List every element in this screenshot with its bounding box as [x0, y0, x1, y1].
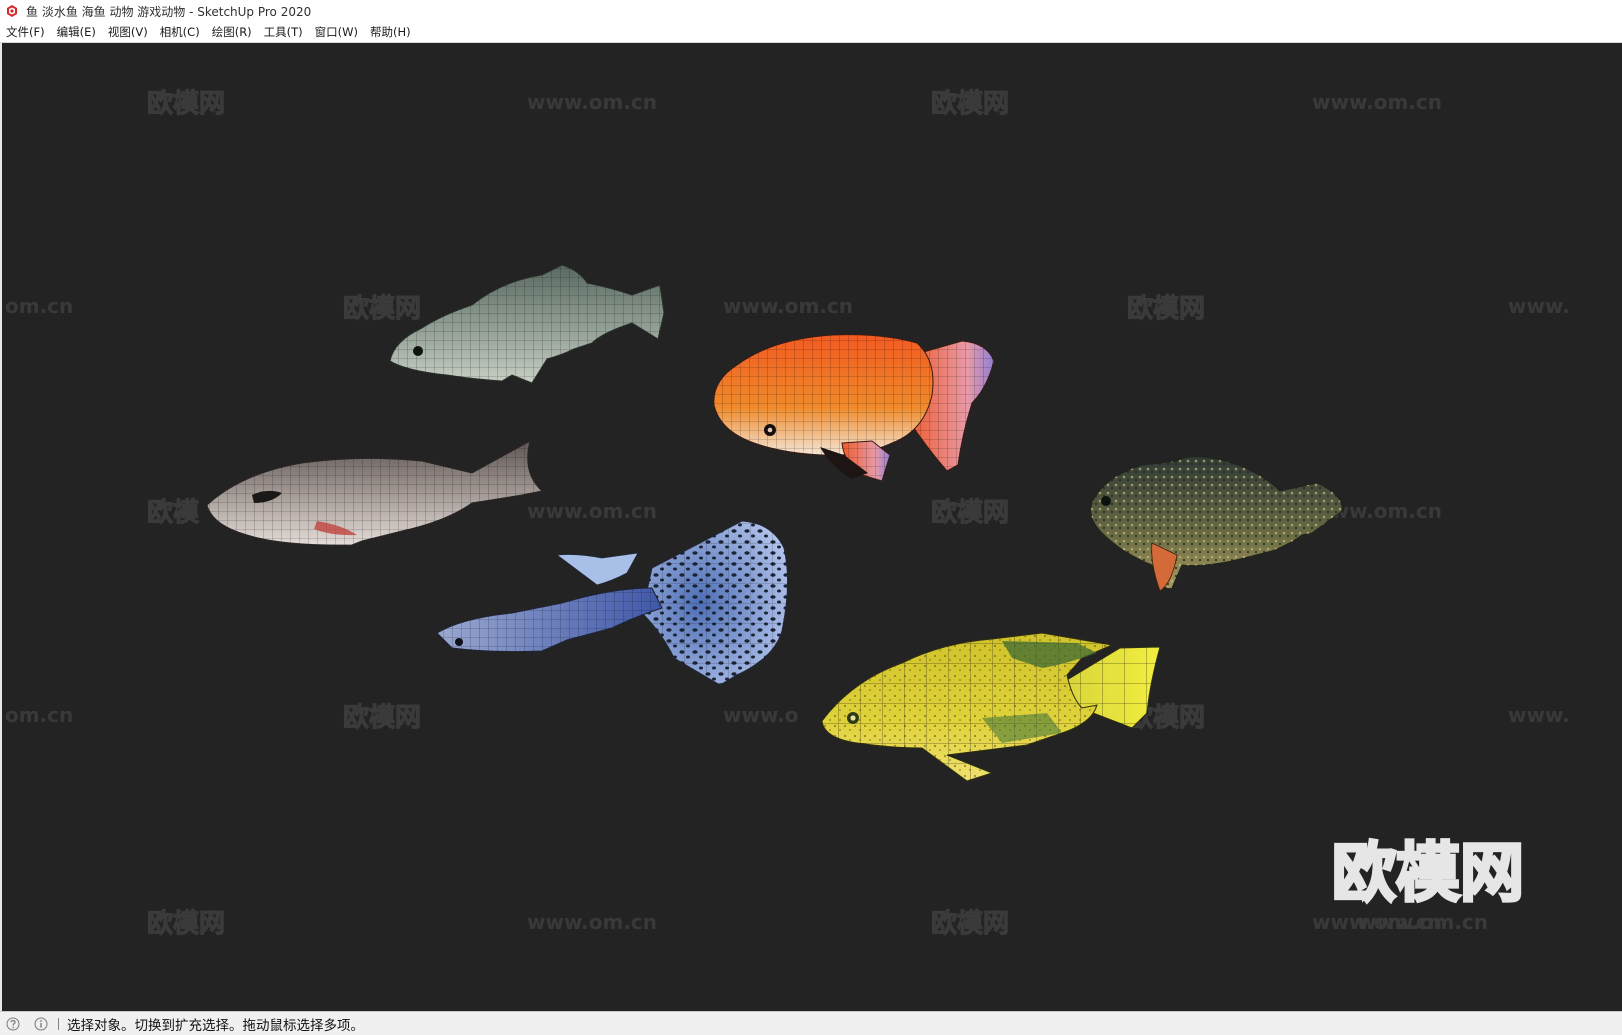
fish-model-gray[interactable]: [206, 440, 544, 546]
watermark-logo: 欧模网: [343, 293, 421, 324]
info-icon[interactable]: [34, 1017, 48, 1031]
window-title: 鱼 淡水鱼 海鱼 动物 游戏动物 - SketchUp Pro 2020: [26, 4, 312, 19]
watermark-url-partial: www.: [1508, 294, 1570, 318]
watermark-logo: 欧模网: [1127, 293, 1205, 324]
menu-edit[interactable]: 编辑(E): [51, 22, 102, 43]
watermark-logo: 欧模网: [147, 908, 225, 939]
menu-tools[interactable]: 工具(T): [258, 22, 309, 43]
menu-bar: 文件(F) 编辑(E) 视图(V) 相机(C) 绘图(R) 工具(T) 窗口(W…: [0, 22, 1622, 43]
watermark-logo: 欧模网: [147, 88, 225, 119]
status-message: 选择对象。切换到扩充选择。拖动鼠标选择多项。: [67, 1017, 364, 1034]
watermark-url: www.om.cn: [723, 294, 853, 318]
large-watermark-logo: 欧模网: [1332, 837, 1524, 911]
watermark-logo: 欧模网: [931, 497, 1009, 528]
status-separator: [58, 1017, 59, 1030]
fish-model-green[interactable]: [389, 264, 665, 384]
status-bar: 选择对象。切换到扩充选择。拖动鼠标选择多项。: [0, 1011, 1622, 1035]
watermark-url-partial: www.: [1508, 703, 1570, 727]
fish-model-goldfish[interactable]: [713, 334, 995, 482]
fish-model-guppy[interactable]: [436, 520, 789, 686]
fish-model-sunfish[interactable]: [1090, 456, 1343, 592]
sketchup-logo-icon: [7, 5, 17, 17]
menu-camera[interactable]: 相机(C): [154, 22, 206, 43]
watermark-logo: 欧模网: [931, 88, 1009, 119]
watermark-url-partial: om.cn: [5, 294, 73, 318]
watermark-url-partial: om.cn: [5, 703, 73, 727]
watermark-url-partial: www.o: [723, 703, 799, 727]
menu-draw[interactable]: 绘图(R): [206, 22, 258, 43]
watermark-url: www.om.cn: [527, 90, 657, 114]
large-watermark-url: www.om.cn: [1358, 910, 1488, 934]
modeling-viewport[interactable]: 欧模网 www.om.cn 欧模网 www.om.cn om.cn 欧模网 ww…: [0, 43, 1622, 1011]
watermark-url: www.om.cn: [527, 910, 657, 934]
menu-help[interactable]: 帮助(H): [364, 22, 417, 43]
scene-canvas[interactable]: 欧模网 www.om.cn 欧模网 www.om.cn om.cn 欧模网 ww…: [2, 43, 1622, 1011]
watermark-logo: 欧模网: [931, 908, 1009, 939]
watermark-logo: 欧模网: [343, 702, 421, 733]
menu-file[interactable]: 文件(F): [0, 22, 51, 43]
help-icon[interactable]: [6, 1017, 20, 1031]
large-watermark: 欧模网 www.om.cn: [1330, 835, 1525, 934]
menu-view[interactable]: 视图(V): [102, 22, 154, 43]
fish-model-cichlid[interactable]: [821, 632, 1161, 782]
menu-window[interactable]: 窗口(W): [309, 22, 364, 43]
title-bar: 鱼 淡水鱼 海鱼 动物 游戏动物 - SketchUp Pro 2020: [0, 0, 1622, 22]
watermark-url: www.om.cn: [1312, 90, 1442, 114]
watermark-logo-partial: 欧模: [147, 497, 200, 528]
watermark-url: www.om.cn: [527, 499, 657, 523]
